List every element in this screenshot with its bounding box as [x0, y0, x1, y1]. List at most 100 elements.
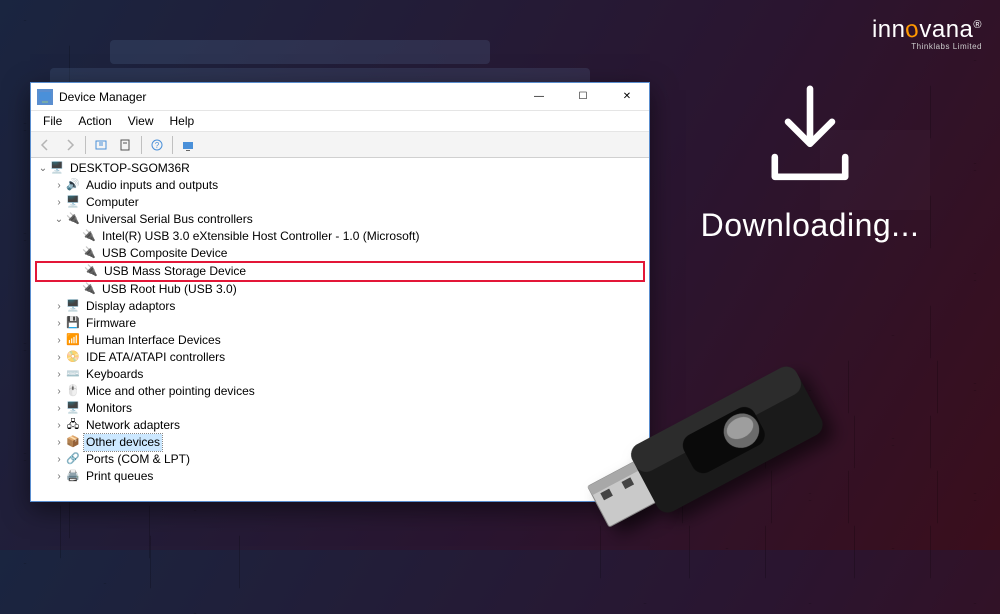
- expand-icon[interactable]: ›: [53, 383, 65, 400]
- expand-icon[interactable]: ›: [53, 332, 65, 349]
- expand-icon[interactable]: ›: [53, 451, 65, 468]
- tree-node-label: USB Root Hub (USB 3.0): [100, 281, 239, 298]
- usb-icon: 🔌: [65, 213, 81, 227]
- tree-node-label: Human Interface Devices: [84, 332, 223, 349]
- download-icon: [755, 80, 865, 190]
- svg-text:?: ?: [155, 141, 160, 150]
- properties-button[interactable]: [114, 134, 138, 156]
- tree-node-label: Keyboards: [84, 366, 145, 383]
- tree-node-ide[interactable]: › 📀 IDE ATA/ATAPI controllers: [35, 349, 645, 366]
- expand-icon[interactable]: ›: [53, 417, 65, 434]
- tree-node-label: Audio inputs and outputs: [84, 177, 220, 194]
- tree-node-label: Mice and other pointing devices: [84, 383, 257, 400]
- mouse-icon: 🖱️: [65, 385, 81, 399]
- tree-node-audio[interactable]: › 🔊 Audio inputs and outputs: [35, 177, 645, 194]
- help-button[interactable]: ?: [145, 134, 169, 156]
- expand-icon[interactable]: ›: [53, 349, 65, 366]
- tree-node-label: Intel(R) USB 3.0 eXtensible Host Control…: [100, 228, 421, 245]
- usb-icon: 🔌: [81, 247, 97, 261]
- tree-node-mice[interactable]: › 🖱️ Mice and other pointing devices: [35, 383, 645, 400]
- computer-icon: 🖥️: [49, 162, 65, 176]
- tree-node-label: Display adaptors: [84, 298, 177, 315]
- tree-node-print-queues[interactable]: › 🖨️ Print queues: [35, 468, 645, 485]
- close-button[interactable]: ✕: [605, 83, 649, 111]
- printer-icon: 🖨️: [65, 470, 81, 484]
- tree-node-label: Universal Serial Bus controllers: [84, 211, 255, 228]
- menu-action[interactable]: Action: [70, 112, 119, 130]
- menu-help[interactable]: Help: [162, 112, 203, 130]
- downloading-label: Downloading...: [680, 207, 940, 244]
- forward-button[interactable]: [58, 134, 82, 156]
- tree-node-computer[interactable]: › 🖥️ Computer: [35, 194, 645, 211]
- tree-node-label: Ports (COM & LPT): [84, 451, 192, 468]
- expand-icon[interactable]: ›: [53, 177, 65, 194]
- tree-node-label: Network adapters: [84, 417, 182, 434]
- tree-node-usb-controllers[interactable]: ⌄ 🔌 Universal Serial Bus controllers: [35, 211, 645, 228]
- tree-node-label: Monitors: [84, 400, 134, 417]
- monitor-icon: 🖥️: [65, 196, 81, 210]
- minimize-button[interactable]: —: [517, 83, 561, 111]
- audio-icon: 🔊: [65, 179, 81, 193]
- tree-node-label: DESKTOP-SGOM36R: [68, 160, 192, 177]
- expand-icon[interactable]: ›: [53, 434, 65, 451]
- scan-button[interactable]: [176, 134, 200, 156]
- expand-icon[interactable]: ›: [53, 194, 65, 211]
- titlebar[interactable]: Device Manager — ☐ ✕: [31, 83, 649, 111]
- tree-node-label: USB Mass Storage Device: [102, 263, 248, 280]
- expand-icon[interactable]: ›: [53, 400, 65, 417]
- toolbar-separator: [172, 136, 173, 154]
- tree-node-intel-usb[interactable]: 🔌 Intel(R) USB 3.0 eXtensible Host Contr…: [35, 228, 645, 245]
- collapse-icon[interactable]: ⌄: [53, 211, 65, 228]
- toolbar-separator: [141, 136, 142, 154]
- decor-slab: [110, 40, 490, 64]
- menu-file[interactable]: File: [35, 112, 70, 130]
- expand-icon[interactable]: ›: [53, 468, 65, 485]
- maximize-button[interactable]: ☐: [561, 83, 605, 111]
- tree-node-display[interactable]: › 🖥️ Display adaptors: [35, 298, 645, 315]
- window-title: Device Manager: [59, 90, 517, 104]
- logo-text: inn: [872, 16, 906, 43]
- tree-node-label: Computer: [84, 194, 141, 211]
- tree-node-label: Print queues: [84, 468, 155, 485]
- tree-node-usb-composite[interactable]: 🔌 USB Composite Device: [35, 245, 645, 262]
- network-icon: 🖧: [65, 419, 81, 433]
- chip-icon: 💾: [65, 317, 81, 331]
- tree-node-other-devices[interactable]: › 📦 Other devices: [35, 434, 645, 451]
- usb-icon: 🔌: [83, 265, 99, 279]
- show-hidden-button[interactable]: [89, 134, 113, 156]
- tree-node-label: USB Composite Device: [100, 245, 229, 262]
- device-tree[interactable]: ⌄ 🖥️ DESKTOP-SGOM36R › 🔊 Audio inputs an…: [31, 158, 649, 501]
- tree-node-network[interactable]: › 🖧 Network adapters: [35, 417, 645, 434]
- expand-icon[interactable]: ›: [53, 315, 65, 332]
- tree-node-firmware[interactable]: › 💾 Firmware: [35, 315, 645, 332]
- keyboard-icon: ⌨️: [65, 368, 81, 382]
- tree-node-usb-mass-storage-highlighted[interactable]: 🔌 USB Mass Storage Device: [35, 261, 645, 282]
- expand-icon[interactable]: ›: [53, 366, 65, 383]
- tree-node-label: Firmware: [84, 315, 138, 332]
- tree-node-usb-root-hub[interactable]: 🔌 USB Root Hub (USB 3.0): [35, 281, 645, 298]
- toolbar: ?: [31, 132, 649, 158]
- brand-logo: innovana® Thinklabs Limited: [872, 16, 982, 51]
- port-icon: 🔗: [65, 453, 81, 467]
- collapse-icon[interactable]: ⌄: [37, 160, 49, 177]
- other-icon: 📦: [65, 436, 81, 450]
- usb-icon: 🔌: [81, 283, 97, 297]
- tree-node-label: Other devices: [84, 434, 162, 451]
- app-icon: [37, 89, 53, 105]
- menu-view[interactable]: View: [120, 112, 162, 130]
- tree-node-label: IDE ATA/ATAPI controllers: [84, 349, 227, 366]
- tree-node-hid[interactable]: › 📶 Human Interface Devices: [35, 332, 645, 349]
- registered-mark: ®: [973, 19, 982, 31]
- tree-node-ports[interactable]: › 🔗 Ports (COM & LPT): [35, 451, 645, 468]
- device-manager-window: Device Manager — ☐ ✕ File Action View He…: [30, 82, 650, 502]
- back-button[interactable]: [33, 134, 57, 156]
- usb-icon: 🔌: [81, 230, 97, 244]
- menubar: File Action View Help: [31, 111, 649, 132]
- expand-icon[interactable]: ›: [53, 298, 65, 315]
- drive-icon: 📀: [65, 351, 81, 365]
- tree-node-keyboards[interactable]: › ⌨️ Keyboards: [35, 366, 645, 383]
- hid-icon: 📶: [65, 334, 81, 348]
- tree-node-monitors[interactable]: › 🖥️ Monitors: [35, 400, 645, 417]
- monitor-icon: 🖥️: [65, 402, 81, 416]
- tree-root[interactable]: ⌄ 🖥️ DESKTOP-SGOM36R: [35, 160, 645, 177]
